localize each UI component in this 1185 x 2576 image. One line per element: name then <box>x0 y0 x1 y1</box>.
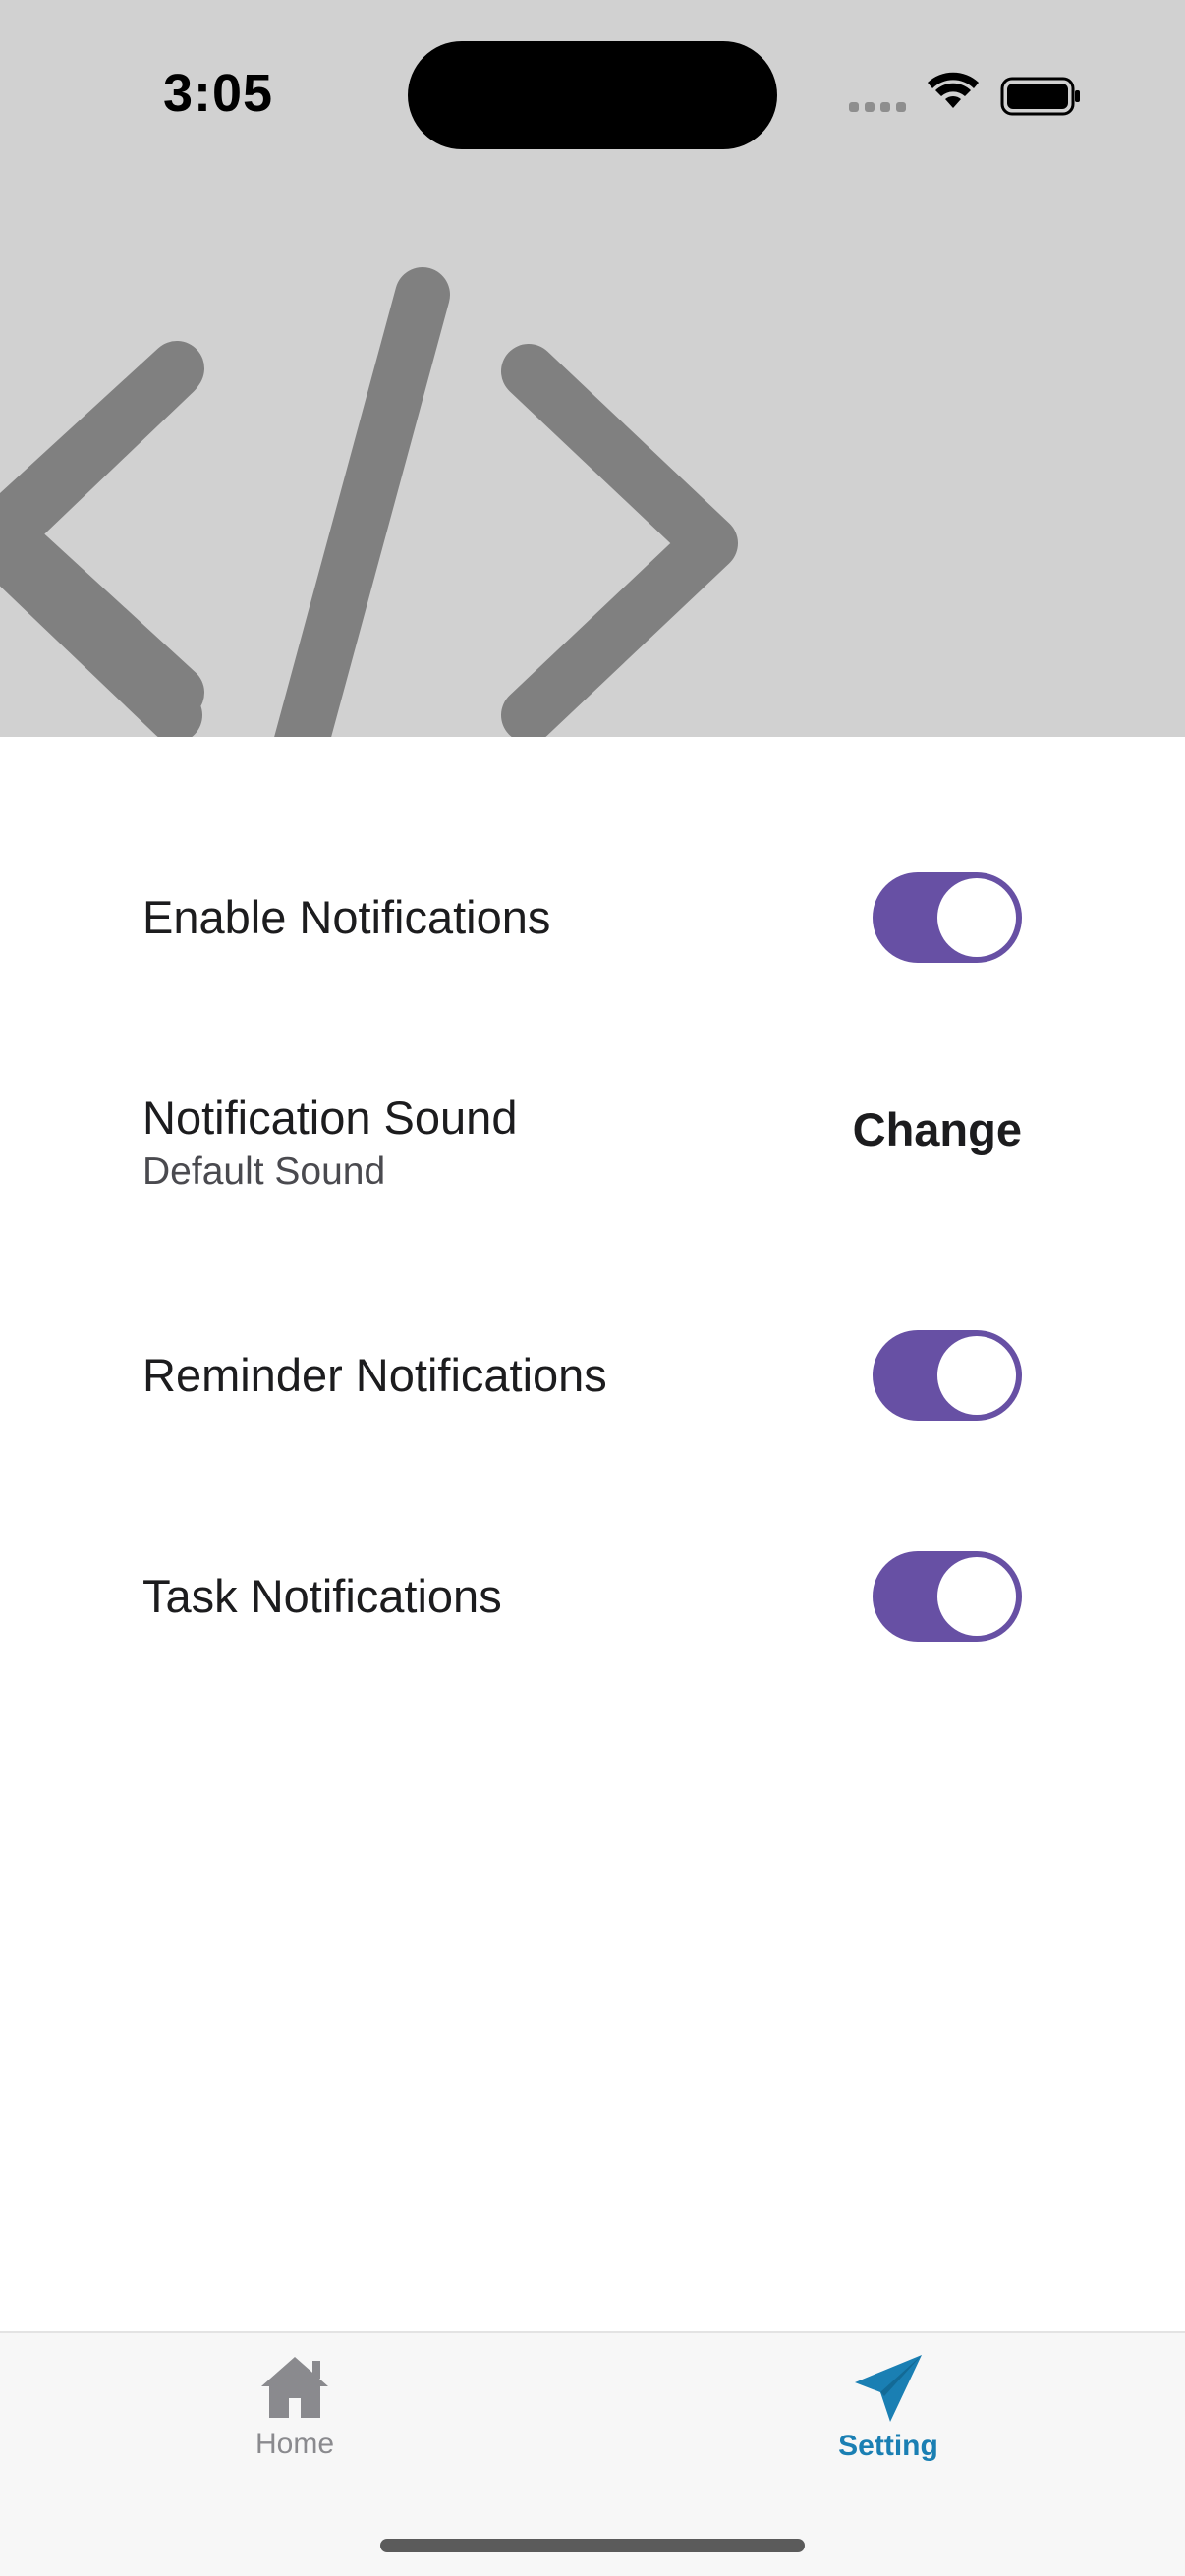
dynamic-island <box>408 41 777 149</box>
battery-icon <box>1000 77 1080 116</box>
status-time: 3:05 <box>163 64 274 123</box>
cellular-signal-icon <box>849 102 906 112</box>
notification-sound-row: Notification Sound Default Sound Change <box>142 1091 1022 1208</box>
enable-notifications-row: Enable Notifications <box>142 872 1022 963</box>
wifi-icon <box>928 72 979 108</box>
tab-setting[interactable]: Setting <box>770 2353 1006 2481</box>
reminder-notifications-toggle[interactable] <box>873 1330 1022 1421</box>
task-notifications-toggle[interactable] <box>873 1551 1022 1642</box>
reminder-notifications-row: Reminder Notifications <box>142 1330 1022 1421</box>
toggle-knob <box>937 878 1016 957</box>
paper-plane-icon <box>855 2355 922 2422</box>
tab-home[interactable]: Home <box>177 2353 413 2481</box>
home-indicator <box>380 2539 805 2552</box>
tab-home-label: Home <box>254 2428 335 2460</box>
tab-bar: Home Setting <box>0 2331 1185 2576</box>
header-banner: 3:05 <box>0 0 1185 737</box>
notification-sound-value: Default Sound <box>142 1150 386 1193</box>
settings-screen: 3:05 Enable Notifications Notification S… <box>0 0 1185 2576</box>
toggle-knob <box>937 1336 1016 1415</box>
status-icons <box>845 69 1081 123</box>
tab-setting-label: Setting <box>838 2430 938 2462</box>
toggle-knob <box>937 1557 1016 1636</box>
house-icon <box>261 2357 328 2418</box>
change-sound-button[interactable]: Change <box>853 1102 1022 1156</box>
task-notifications-row: Task Notifications <box>142 1551 1022 1642</box>
enable-notifications-toggle[interactable] <box>873 872 1022 963</box>
